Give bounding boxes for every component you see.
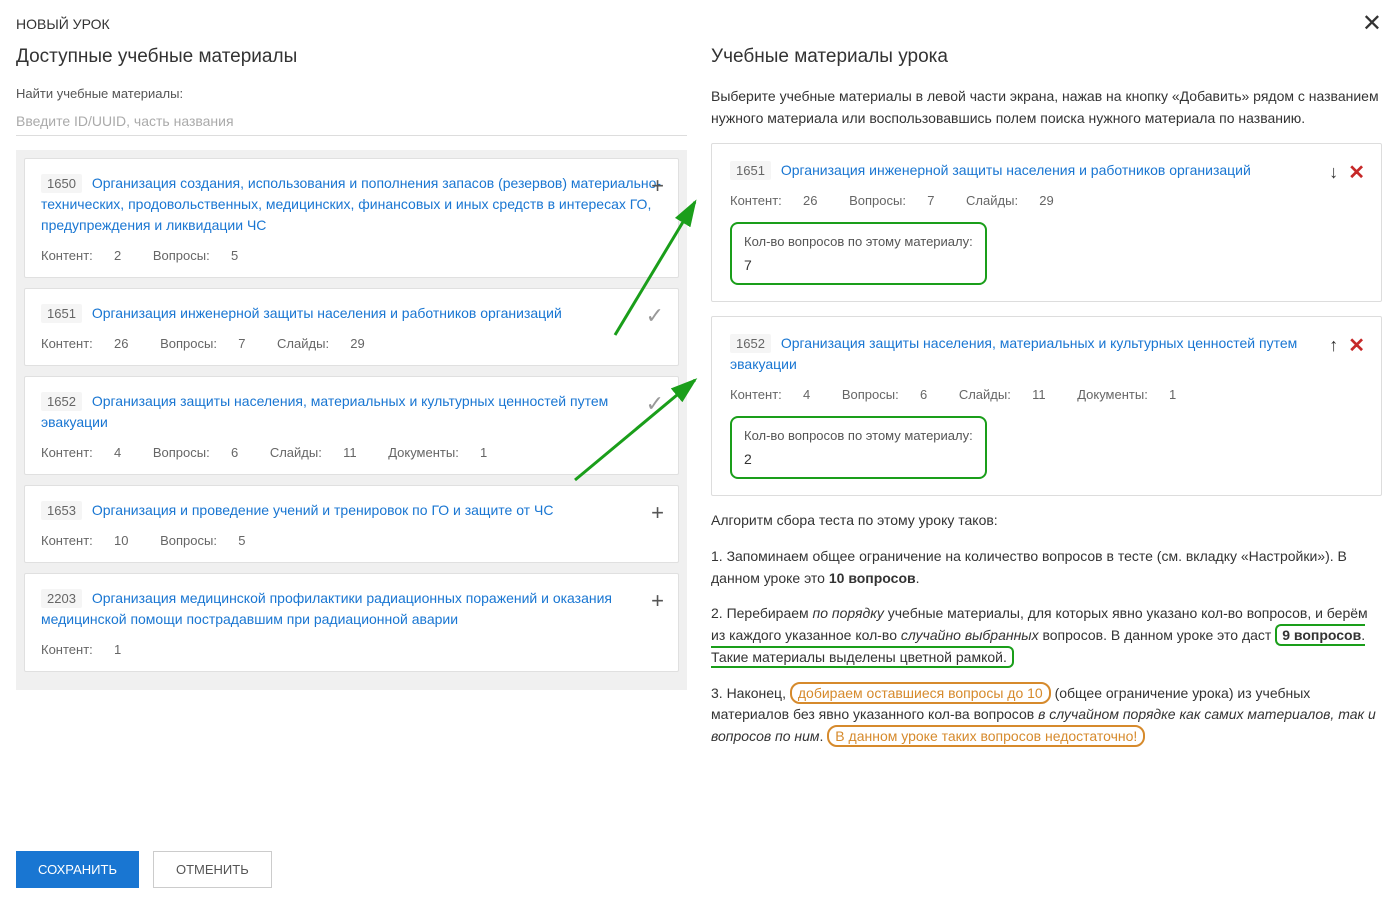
lesson-materials-panel: Учебные материалы урока Выберите учебные… — [711, 46, 1382, 854]
footer: СОХРАНИТЬ ОТМЕНИТЬ — [0, 836, 1398, 902]
add-icon[interactable]: + — [651, 588, 664, 614]
material-card: 1650 Организация создания, использования… — [24, 158, 679, 278]
material-id: 2203 — [41, 589, 82, 608]
material-id: 1652 — [730, 334, 771, 353]
algo-step-1: 1. Запоминаем общее ограничение на колич… — [711, 546, 1382, 589]
intro-text: Выберите учебные материалы в левой части… — [711, 86, 1382, 129]
question-count-value[interactable]: 7 — [744, 257, 973, 273]
question-count-value[interactable]: 2 — [744, 451, 973, 467]
material-id: 1653 — [41, 501, 82, 520]
material-id: 1652 — [41, 392, 82, 411]
move-up-icon[interactable]: ↑ — [1329, 335, 1338, 356]
material-id: 1650 — [41, 174, 82, 193]
lesson-material-card: 1651 Организация инженерной защиты насел… — [711, 143, 1382, 302]
lesson-material-card: 1652 Организация защиты населения, матер… — [711, 316, 1382, 496]
check-icon: ✓ — [646, 391, 664, 417]
material-card: 1652 Организация защиты населения, матер… — [24, 376, 679, 475]
remove-icon[interactable]: ✕ — [1348, 160, 1365, 185]
right-scroll-area[interactable]: Выберите учебные материалы в левой части… — [711, 86, 1382, 854]
material-card: 1653 Организация и проведение учений и т… — [24, 485, 679, 563]
left-section-title: Доступные учебные материалы — [16, 46, 687, 68]
algo-step-3: 3. Наконец, добираем оставшиеся вопросы … — [711, 683, 1382, 748]
material-title-link[interactable]: Организация создания, использования и по… — [41, 175, 661, 233]
right-section-title: Учебные материалы урока — [711, 46, 1382, 68]
question-count-box: Кол-во вопросов по этому материалу: 7 — [730, 222, 987, 285]
remove-icon[interactable]: ✕ — [1348, 333, 1365, 358]
available-materials-panel: Доступные учебные материалы Найти учебны… — [16, 46, 687, 854]
modal-header: НОВЫЙ УРОК ✕ — [0, 0, 1398, 36]
material-id: 1651 — [41, 304, 82, 323]
material-card: 2203 Организация медицинской профилактик… — [24, 573, 679, 672]
material-title-link[interactable]: Организация защиты населения, материальн… — [41, 393, 608, 430]
material-title-link[interactable]: Организация медицинской профилактики рад… — [41, 590, 612, 627]
question-count-box: Кол-во вопросов по этому материалу: 2 — [730, 416, 987, 479]
algo-title: Алгоритм сбора теста по этому уроку тако… — [711, 510, 1382, 532]
left-scroll-area[interactable]: 1650 Организация создания, использования… — [16, 150, 687, 854]
material-title-link[interactable]: Организация инженерной защиты населения … — [92, 305, 562, 321]
save-button[interactable]: СОХРАНИТЬ — [16, 851, 139, 888]
material-card: 1651 Организация инженерной защиты насел… — [24, 288, 679, 366]
material-title-link[interactable]: Организация и проведение учений и тренир… — [92, 502, 554, 518]
material-title-link[interactable]: Организация инженерной защиты населения … — [781, 162, 1251, 178]
move-down-icon[interactable]: ↓ — [1329, 162, 1338, 183]
search-label: Найти учебные материалы: — [16, 86, 687, 101]
modal-title: НОВЫЙ УРОК — [16, 16, 110, 32]
cancel-button[interactable]: ОТМЕНИТЬ — [153, 851, 272, 888]
add-icon[interactable]: + — [651, 500, 664, 526]
check-icon: ✓ — [646, 303, 664, 329]
material-title-link[interactable]: Организация защиты населения, материальн… — [730, 335, 1297, 372]
add-icon[interactable]: + — [651, 173, 664, 199]
algo-step-2: 2. Перебираем по порядку учебные материа… — [711, 603, 1382, 668]
close-icon[interactable]: ✕ — [1362, 12, 1382, 36]
material-id: 1651 — [730, 161, 771, 180]
search-input[interactable] — [16, 107, 687, 136]
